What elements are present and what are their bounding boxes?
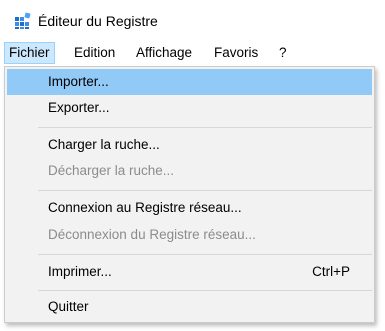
file-menu-dropdown: Importer... Exporter... Charger la ruche… [4, 66, 375, 323]
menu-affichage[interactable]: Affichage [132, 42, 196, 64]
menu-item-charger-ruche[interactable]: Charger la ruche... [7, 132, 372, 158]
menu-edition[interactable]: Edition [70, 42, 119, 64]
menu-separator [38, 127, 372, 128]
menu-item-label: Connexion au Registre réseau... [48, 200, 242, 215]
menu-favoris[interactable]: Favoris [210, 42, 262, 64]
menu-item-label: Déconnexion du Registre réseau... [48, 227, 256, 242]
menu-separator [38, 190, 372, 191]
menu-item-deconnexion-registre: Déconnexion du Registre réseau... [7, 222, 372, 248]
menu-item-label: Décharger la ruche... [48, 163, 175, 178]
menu-separator [38, 254, 372, 255]
title-bar: Éditeur du Registre [0, 0, 385, 40]
menu-item-imprimer[interactable]: Imprimer... Ctrl+P [7, 259, 372, 285]
menu-item-label: Quitter [48, 299, 89, 314]
menu-item-connexion-registre[interactable]: Connexion au Registre réseau... [7, 195, 372, 221]
menu-item-decharger-ruche: Décharger la ruche... [7, 158, 372, 184]
menu-item-exporter[interactable]: Exporter... [7, 95, 372, 121]
menu-item-label: Charger la ruche... [48, 137, 160, 152]
menu-fichier[interactable]: Fichier [4, 42, 55, 64]
window-title: Éditeur du Registre [38, 13, 158, 29]
menu-separator [38, 290, 372, 291]
menu-item-shortcut: Ctrl+P [312, 264, 350, 279]
menu-item-label: Importer... [48, 74, 109, 89]
menu-bar: Fichier Edition Affichage Favoris ? [0, 42, 385, 64]
menu-item-quitter[interactable]: Quitter [7, 294, 372, 320]
menu-help[interactable]: ? [275, 42, 291, 64]
menu-item-label: Exporter... [48, 100, 110, 115]
menu-item-label: Imprimer... [48, 264, 112, 279]
registry-editor-window: Éditeur du Registre Fichier Edition Affi… [0, 0, 385, 331]
menu-item-importer[interactable]: Importer... [7, 69, 372, 95]
registry-editor-icon [14, 12, 32, 30]
